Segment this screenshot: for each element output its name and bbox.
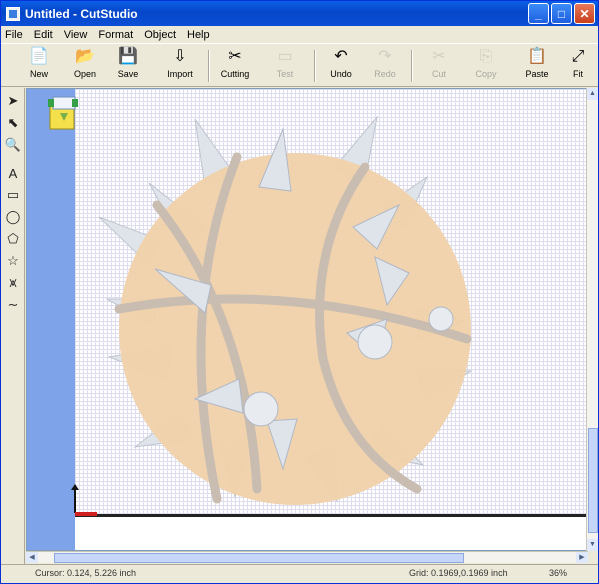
cut-label: Cut [431, 69, 446, 79]
toolbar-separator [411, 50, 413, 82]
spiked-basketball-image[interactable] [87, 109, 507, 509]
horizontal-scroll-thumb[interactable] [54, 553, 464, 563]
copy-icon: ⎘ [479, 48, 493, 65]
canvas-margin [27, 89, 75, 550]
redo-label: Redo [374, 69, 396, 79]
save-disk-icon: 💾 [118, 48, 138, 65]
open-folder-icon: 📂 [75, 48, 95, 65]
paste-button[interactable]: 📋 Paste [515, 47, 559, 85]
redo-button[interactable]: ↷ Redo [363, 47, 407, 85]
open-button[interactable]: 📂 Open [63, 47, 107, 85]
drawing-canvas[interactable] [26, 88, 588, 551]
menu-view[interactable]: View [64, 29, 88, 41]
undo-icon: ↶ [334, 48, 348, 65]
horizontal-scrollbar[interactable]: ◀ ▶ [26, 551, 588, 563]
select-arrow-icon[interactable]: ➤ [4, 92, 22, 110]
polygon-tool-icon[interactable]: ⬠ [4, 230, 22, 248]
status-bar: Cursor: 0.124, 5.226 inch Grid: 0.1969,0… [1, 564, 598, 583]
cutting-icon: ✂ [228, 48, 242, 65]
fit-label: Fit [573, 69, 583, 79]
ellipse-tool-icon[interactable]: ◯ [4, 208, 22, 226]
fit-button[interactable]: ⤢ Fit [559, 47, 597, 85]
origin-axis-arrow [71, 484, 79, 513]
text-tool-icon[interactable]: A [4, 164, 22, 182]
clipboard-folder-icon[interactable] [48, 93, 78, 131]
edit-points-icon[interactable]: ⬉ [4, 114, 22, 132]
copy-button[interactable]: ⎘ Copy [464, 47, 508, 85]
main-toolbar: 📄 New 📂 Open 💾 Save ⇩ Import ✂ Cutting ▭… [1, 43, 598, 87]
new-document-icon: 📄 [29, 48, 49, 65]
minimize-button[interactable]: _ [528, 3, 549, 24]
grid-size: Grid: 0.1969,0.1969 inch [409, 568, 508, 578]
cut-button[interactable]: ✂ Cut [417, 47, 461, 85]
cutting-button[interactable]: ✂ Cutting [213, 47, 257, 85]
bezier-tool-icon[interactable]: ⩙ [4, 274, 22, 292]
import-button[interactable]: ⇩ Import [158, 47, 202, 85]
origin-marker [75, 512, 97, 516]
scroll-left-arrow-icon[interactable]: ◀ [26, 552, 38, 563]
window-title: Untitled - CutStudio [25, 6, 138, 21]
menu-edit[interactable]: Edit [34, 29, 53, 41]
paste-label: Paste [525, 69, 549, 79]
cut-icon: ✂ [432, 48, 446, 65]
scroll-up-arrow-icon[interactable]: ▲ [587, 88, 598, 100]
scroll-down-arrow-icon[interactable]: ▼ [587, 539, 598, 551]
scroll-right-arrow-icon[interactable]: ▶ [576, 552, 588, 563]
test-label: Test [276, 69, 294, 79]
redo-icon: ↷ [378, 48, 392, 65]
save-label: Save [117, 69, 139, 79]
app-icon [6, 6, 20, 21]
canvas-bottom [75, 517, 587, 550]
menu-bar: File Edit View Format Object Help [1, 26, 598, 43]
test-button[interactable]: ▭ Test [263, 47, 307, 85]
copy-label: Copy [475, 69, 497, 79]
paste-icon: 📋 [527, 48, 547, 65]
star-tool-icon[interactable]: ☆ [4, 252, 22, 270]
vertical-scrollbar[interactable]: ▲ ▼ [586, 88, 598, 551]
maximize-button[interactable]: □ [551, 3, 572, 24]
cutstudio-window: Untitled - CutStudio _ □ ✕ File Edit Vie… [0, 0, 599, 584]
toolbar-separator [314, 50, 316, 82]
fit-icon: ⤢ [571, 48, 585, 65]
zoom-level: 36% [549, 568, 568, 578]
import-label: Import [167, 69, 193, 79]
vertical-scroll-thumb[interactable] [588, 428, 598, 533]
zoom-icon[interactable]: 🔍 [4, 136, 22, 154]
menu-help[interactable]: Help [187, 29, 210, 41]
new-button[interactable]: 📄 New [17, 47, 61, 85]
cutting-label: Cutting [220, 69, 250, 79]
import-icon: ⇩ [173, 48, 187, 65]
menu-object[interactable]: Object [144, 29, 176, 41]
menu-format[interactable]: Format [98, 29, 133, 41]
title-bar[interactable]: Untitled - CutStudio _ □ ✕ [1, 1, 598, 26]
test-icon: ▭ [277, 48, 293, 65]
menu-file[interactable]: File [5, 29, 23, 41]
new-label: New [29, 69, 48, 79]
rectangle-tool-icon[interactable]: ▭ [4, 186, 22, 204]
undo-button[interactable]: ↶ Undo [319, 47, 363, 85]
cursor-position: Cursor: 0.124, 5.226 inch [35, 568, 137, 578]
undo-label: Undo [330, 69, 352, 79]
save-button[interactable]: 💾 Save [106, 47, 150, 85]
close-button[interactable]: ✕ [574, 3, 595, 24]
toolbar-separator [208, 50, 210, 82]
cutting-area-baseline [75, 514, 587, 517]
freehand-tool-icon[interactable]: ∼ [4, 296, 22, 314]
open-label: Open [73, 69, 97, 79]
drawing-toolbox: ➤ ⬉ 🔍 A ▭ ◯ ⬠ ☆ ⩙ ∼ [1, 88, 25, 564]
